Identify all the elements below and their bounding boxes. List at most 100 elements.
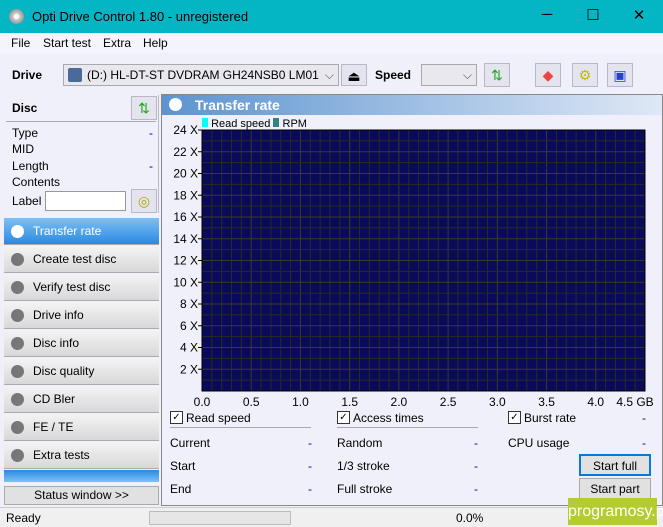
- start-full-button[interactable]: Start full: [579, 454, 651, 476]
- x-tick-label: 3.5: [538, 395, 555, 409]
- nav-icon: [11, 365, 24, 378]
- disc-panel: Disc ⇅ Type - MID Length - Contents Labe…: [3, 95, 159, 213]
- nav-icon: [11, 337, 24, 350]
- transfer-rate-chart: 2 X 4 X 6 X 8 X 10 X 12 X 14 X 16 X 18 X 20 X 22 X…: [173, 123, 653, 409]
- third-stroke-label: 1/3 stroke: [337, 459, 390, 473]
- refresh-disc-button[interactable]: ⇅: [131, 96, 157, 120]
- random-value: -: [474, 436, 478, 450]
- label-label: Label: [12, 194, 42, 208]
- y-tick-label: 10 X: [173, 275, 198, 289]
- nav-fe-te[interactable]: FE / TE: [4, 414, 159, 441]
- nav-disc-quality[interactable]: Disc quality: [4, 358, 159, 385]
- nav-label: Extra tests: [33, 448, 90, 462]
- refresh-icon: ⇅: [138, 100, 150, 116]
- save-button[interactable]: ▣: [607, 63, 633, 87]
- menu-file[interactable]: File: [11, 36, 30, 50]
- nav-label: CD Bler: [33, 392, 76, 406]
- start-value: -: [308, 459, 312, 473]
- x-tick-label: 2.0: [391, 395, 408, 409]
- type-label: Type: [12, 126, 39, 140]
- y-tick-label: 8 X: [180, 297, 198, 311]
- label-input[interactable]: [45, 191, 126, 211]
- nav-transfer-rate[interactable]: Transfer rate: [4, 218, 159, 245]
- refresh-speed-button[interactable]: ⇅: [484, 63, 510, 87]
- nav-disc-info[interactable]: Disc info: [4, 330, 159, 357]
- drive-value: (D:) HL-DT-ST DVDRAM GH24NSB0 LM01: [87, 68, 319, 82]
- divider: [6, 121, 156, 122]
- start-part-button[interactable]: Start part: [579, 478, 651, 500]
- x-tick-label: 1.5: [341, 395, 358, 409]
- menu-help[interactable]: Help: [143, 36, 168, 50]
- nav-label: Disc info: [33, 336, 80, 350]
- contents-label: Contents: [12, 175, 61, 189]
- transfer-rate-icon: [169, 98, 182, 111]
- maximize-button[interactable]: ☐: [570, 6, 616, 28]
- x-tick-label: 2.5: [440, 395, 457, 409]
- nav-label: FE / TE: [33, 420, 74, 434]
- y-tick-label: 20 X: [173, 167, 198, 181]
- y-tick-label: 6 X: [180, 319, 198, 333]
- x-tick-label: 4.0: [587, 395, 604, 409]
- nav-extra-tests[interactable]: Extra tests: [4, 442, 159, 469]
- nav-icon: [11, 225, 24, 238]
- drive-select[interactable]: (D:) HL-DT-ST DVDRAM GH24NSB0 LM01 ⌵: [63, 64, 339, 86]
- access-times-checkbox[interactable]: ✓: [337, 411, 350, 424]
- nav-icon: [11, 421, 24, 434]
- x-tick-label: 0.5: [243, 395, 260, 409]
- y-tick-label: 12 X: [173, 254, 198, 268]
- nav-icon: [11, 281, 24, 294]
- speed-select[interactable]: ⌵: [421, 64, 477, 86]
- menu-start-test[interactable]: Start test: [43, 36, 91, 50]
- chevron-down-icon: ⌵: [462, 68, 472, 82]
- nav-icon: [11, 309, 24, 322]
- status-text: Ready: [6, 511, 41, 525]
- nav-create-test-disc[interactable]: Create test disc: [4, 246, 159, 273]
- disc-label-button[interactable]: ◎: [131, 189, 157, 213]
- nav-cd-bler[interactable]: CD Bler: [4, 386, 159, 413]
- nav-label: Disc quality: [33, 364, 95, 378]
- burst-rate-label: Burst rate: [524, 411, 577, 425]
- eject-button[interactable]: ⏏: [341, 64, 367, 86]
- full-stroke-label: Full stroke: [337, 482, 393, 496]
- start-label: Start: [170, 459, 196, 473]
- nav-icon: [11, 449, 24, 462]
- erase-button[interactable]: ◆: [535, 63, 561, 87]
- status-window-button[interactable]: Status window >>: [4, 486, 159, 505]
- y-tick-label: 14 X: [173, 232, 198, 246]
- length-label: Length: [12, 159, 49, 173]
- y-tick-label: 16 X: [173, 210, 198, 224]
- y-tick-label: 22 X: [173, 145, 198, 159]
- minimize-button[interactable]: ─: [524, 6, 570, 28]
- x-tick-label: 0.0: [194, 395, 211, 409]
- y-tick-label: 4 X: [180, 341, 198, 355]
- nav-drive-info[interactable]: Drive info: [4, 302, 159, 329]
- nav-label: Create test disc: [33, 252, 117, 266]
- nav-icon: [11, 253, 24, 266]
- cd-icon: ◎: [137, 193, 151, 209]
- refresh-icon: ⇅: [491, 67, 503, 83]
- third-stroke-value: -: [474, 459, 478, 473]
- access-times-label: Access times: [353, 411, 424, 425]
- y-tick-label: 2 X: [180, 362, 198, 376]
- x-tick-label: 1.0: [292, 395, 309, 409]
- nav-footer: [4, 470, 159, 482]
- read-speed-checkbox[interactable]: ✓: [170, 411, 183, 424]
- full-stroke-value: -: [474, 482, 478, 496]
- settings-button[interactable]: ⚙: [572, 63, 598, 87]
- y-tick-label: 24 X: [173, 123, 198, 137]
- window-title: Opti Drive Control 1.80 - unregistered: [32, 9, 249, 24]
- cpu-usage-label: CPU usage: [508, 436, 570, 450]
- length-value: -: [149, 159, 153, 173]
- menu-extra[interactable]: Extra: [103, 36, 131, 50]
- y-tick-label: 18 X: [173, 188, 198, 202]
- nav-verify-test-disc[interactable]: Verify test disc: [4, 274, 159, 301]
- eraser-icon: ◆: [542, 67, 554, 83]
- gears-icon: ⚙: [578, 67, 592, 83]
- watermark: programosy.pl: [568, 498, 663, 525]
- close-button[interactable]: ✕: [616, 6, 662, 28]
- menu-bar: File Start test Extra Help: [0, 33, 663, 53]
- divider: [170, 427, 311, 428]
- burst-rate-checkbox[interactable]: ✓: [508, 411, 521, 424]
- nav-label: Verify test disc: [33, 280, 111, 294]
- x-tick-label: 3.0: [489, 395, 506, 409]
